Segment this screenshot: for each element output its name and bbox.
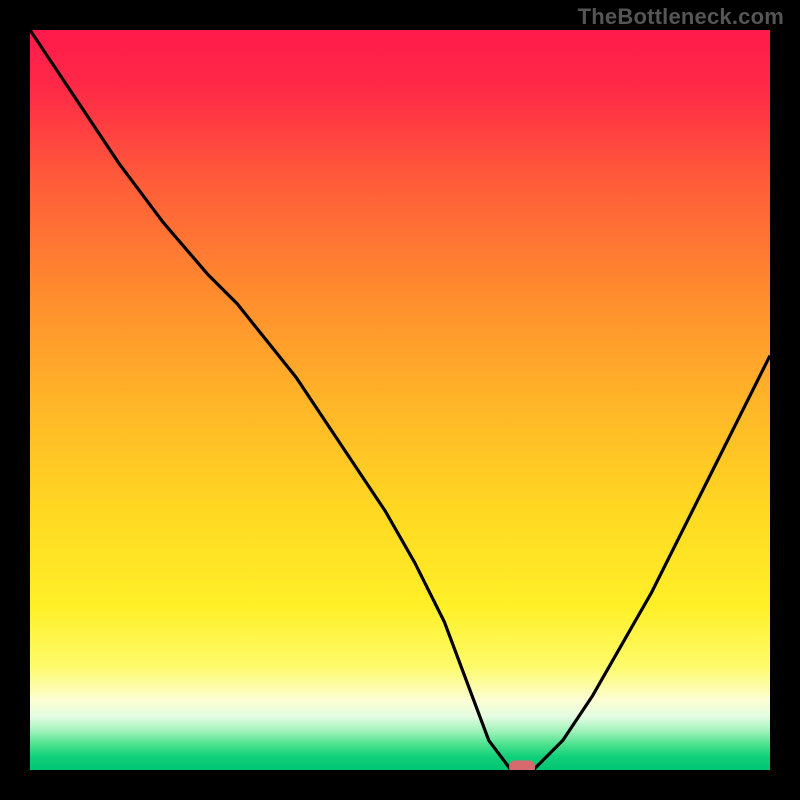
bottleneck-chart	[30, 30, 770, 770]
optimal-marker	[509, 761, 535, 770]
gradient-background	[30, 30, 770, 770]
watermark-label: TheBottleneck.com	[578, 4, 784, 30]
plot-area	[30, 30, 770, 770]
chart-frame: TheBottleneck.com	[0, 0, 800, 800]
